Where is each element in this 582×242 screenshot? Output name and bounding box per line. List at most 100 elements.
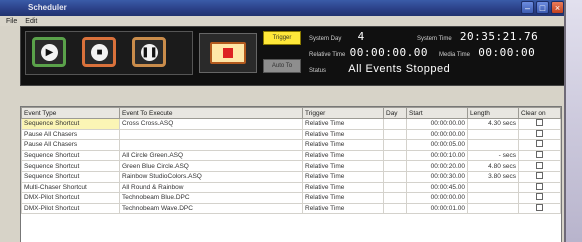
table-cell-length[interactable]: 4.80 secs	[467, 160, 519, 172]
table-cell-trigger[interactable]: Relative Time	[302, 202, 384, 215]
table-cell-event-type[interactable]: Sequence Shortcut	[21, 160, 120, 172]
table-row[interactable]: Multi-Chaser Shortcut All Round & Rainbow…	[21, 181, 561, 194]
table-cell-event-to-execute[interactable]: Technobeam Blue.DPC	[119, 192, 303, 204]
table-cell-trigger[interactable]: Relative Time	[302, 192, 384, 204]
clear-on-checkbox[interactable]	[536, 204, 543, 212]
pause-button[interactable]: ❚❚	[132, 37, 166, 67]
column-header-length[interactable]: Length	[467, 107, 519, 119]
table-cell-event-type[interactable]: DMX-Pilot Shortcut	[21, 202, 120, 215]
events-table-container[interactable]: Event Type Event To Execute Trigger Day …	[20, 106, 562, 242]
table-cell-length[interactable]: - secs	[467, 149, 519, 162]
table-cell-trigger[interactable]: Relative Time	[302, 128, 384, 141]
table-row[interactable]: Sequence Shortcut All Circle Green.ASQ Rel…	[21, 149, 561, 162]
table-cell-start[interactable]: 00:00:05.00	[406, 139, 468, 151]
table-cell-start[interactable]: 00:00:00.00	[406, 118, 468, 130]
column-header-day[interactable]: Day	[383, 107, 407, 119]
clear-on-checkbox[interactable]	[536, 151, 543, 159]
table-cell-day[interactable]	[383, 160, 407, 172]
table-cell-start[interactable]: 00:00:10.00	[406, 149, 468, 162]
table-row[interactable]: Pause All Chasers Relative Time 00:00:05.0…	[21, 139, 561, 151]
table-cell-length[interactable]	[467, 181, 519, 194]
record-button[interactable]	[210, 42, 246, 64]
table-cell-event-to-execute[interactable]: Green Blue Circle.ASQ	[119, 160, 303, 172]
table-cell-clear-on[interactable]	[518, 170, 561, 183]
table-cell-clear-on[interactable]	[518, 181, 561, 194]
trigger-button[interactable]: Trigger	[263, 31, 301, 45]
table-cell-start[interactable]: 00:00:00.00	[406, 128, 468, 141]
auto-to-button[interactable]: Auto To	[263, 59, 301, 73]
clear-on-checkbox[interactable]	[536, 140, 543, 148]
clear-on-checkbox[interactable]	[536, 161, 543, 169]
table-cell-event-type[interactable]: Pause All Chasers	[21, 128, 120, 141]
table-cell-length[interactable]	[467, 192, 519, 204]
table-row[interactable]: Sequence Shortcut Rainbow StudioColors.AS…	[21, 170, 561, 183]
table-cell-trigger[interactable]: Relative Time	[302, 139, 384, 151]
table-cell-clear-on[interactable]	[518, 202, 561, 215]
table-cell-trigger[interactable]: Relative Time	[302, 160, 384, 172]
table-cell-length[interactable]	[467, 139, 519, 151]
clear-on-checkbox[interactable]	[536, 183, 543, 190]
close-button[interactable]: ×	[551, 1, 564, 14]
play-button[interactable]: ▶	[32, 37, 66, 67]
clear-on-checkbox[interactable]	[536, 119, 543, 127]
table-cell-trigger[interactable]: Relative Time	[302, 170, 384, 183]
table-cell-clear-on[interactable]	[518, 149, 561, 162]
column-header-event-type[interactable]: Event Type	[21, 107, 120, 119]
table-cell-event-type[interactable]: Sequence Shortcut	[21, 170, 120, 183]
table-cell-day[interactable]	[383, 139, 407, 151]
table-cell-length[interactable]: 3.80 secs	[467, 170, 519, 183]
table-cell-clear-on[interactable]	[518, 160, 561, 172]
clear-on-checkbox[interactable]	[536, 172, 543, 180]
table-cell-clear-on[interactable]	[518, 192, 561, 204]
table-cell-length[interactable]	[467, 202, 519, 215]
table-cell-event-to-execute[interactable]: Cross Cross.ASQ	[119, 118, 303, 130]
table-cell-start[interactable]: 00:00:30.00	[406, 170, 468, 183]
table-cell-day[interactable]	[383, 192, 407, 204]
table-cell-start[interactable]: 00:00:45.00	[406, 181, 468, 194]
menu-file[interactable]: File	[6, 18, 17, 25]
title-bar[interactable]: Scheduler – □ ×	[0, 0, 564, 16]
table-row[interactable]: DMX-Pilot Shortcut Technobeam Blue.DPC Rel…	[21, 192, 561, 204]
table-cell-trigger[interactable]: Relative Time	[302, 181, 384, 194]
table-cell-event-type[interactable]: Sequence Shortcut	[21, 149, 120, 162]
column-header-clear-on[interactable]: Clear on	[518, 107, 561, 119]
clear-on-checkbox[interactable]	[536, 193, 543, 201]
table-row[interactable]: Sequence Shortcut Cross Cross.ASQ Relative…	[21, 118, 561, 130]
table-cell-event-type[interactable]: Sequence Shortcut	[21, 118, 120, 130]
table-cell-event-to-execute[interactable]: All Circle Green.ASQ	[119, 149, 303, 162]
table-cell-event-to-execute[interactable]: Rainbow StudioColors.ASQ	[119, 170, 303, 183]
table-cell-event-type[interactable]: Multi-Chaser Shortcut	[21, 181, 120, 194]
table-cell-day[interactable]	[383, 149, 407, 162]
table-cell-day[interactable]	[383, 118, 407, 130]
table-cell-start[interactable]: 00:00:01.00	[406, 202, 468, 215]
table-cell-clear-on[interactable]	[518, 128, 561, 141]
table-cell-event-to-execute[interactable]: All Round & Rainbow	[119, 181, 303, 194]
table-cell-event-to-execute[interactable]	[119, 128, 303, 141]
table-cell-length[interactable]	[467, 128, 519, 141]
table-cell-event-to-execute[interactable]	[119, 139, 303, 151]
table-cell-day[interactable]	[383, 202, 407, 215]
column-header-trigger[interactable]: Trigger	[302, 107, 384, 119]
table-cell-event-type[interactable]: Pause All Chasers	[21, 139, 120, 151]
clear-on-checkbox[interactable]	[536, 130, 543, 137]
table-cell-start[interactable]: 00:00:20.00	[406, 160, 468, 172]
table-row[interactable]: Pause All Chasers Relative Time 00:00:00.0…	[21, 128, 561, 141]
stop-button[interactable]: ■	[82, 37, 116, 67]
table-cell-length[interactable]: 4.30 secs	[467, 118, 519, 130]
table-cell-day[interactable]	[383, 128, 407, 141]
table-cell-start[interactable]: 00:00:00.00	[406, 192, 468, 204]
maximize-button[interactable]: □	[536, 1, 549, 14]
column-header-event-to-execute[interactable]: Event To Execute	[119, 107, 303, 119]
table-cell-event-to-execute[interactable]: Technobeam Wave.DPC	[119, 202, 303, 215]
table-cell-trigger[interactable]: Relative Time	[302, 118, 384, 130]
table-cell-day[interactable]	[383, 170, 407, 183]
menu-edit[interactable]: Edit	[25, 18, 37, 25]
table-cell-clear-on[interactable]	[518, 118, 561, 130]
table-cell-clear-on[interactable]	[518, 139, 561, 151]
table-cell-day[interactable]	[383, 181, 407, 194]
table-row[interactable]: Sequence Shortcut Green Blue Circle.ASQ Re…	[21, 160, 561, 172]
table-row[interactable]: DMX-Pilot Shortcut Technobeam Wave.DPC Rel…	[21, 202, 561, 215]
table-cell-trigger[interactable]: Relative Time	[302, 149, 384, 162]
table-cell-event-type[interactable]: DMX-Pilot Shortcut	[21, 192, 120, 204]
column-header-start[interactable]: Start	[406, 107, 468, 119]
